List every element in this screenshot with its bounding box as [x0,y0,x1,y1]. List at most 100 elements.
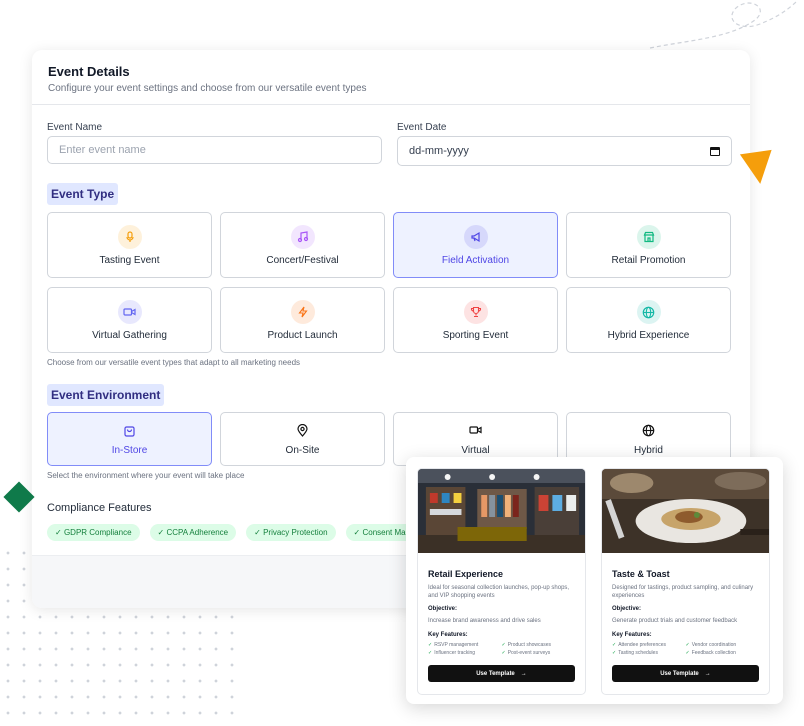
check-icon: ✓ [685,642,690,648]
event-environment-hint: Select the environment where your event … [47,471,245,480]
template-feature: ✓ Feedback collection [686,650,760,656]
compliance-chip-label: Consent Ma [362,528,406,537]
page-subtitle: Configure your event settings and choose… [48,83,367,94]
calendar-icon[interactable] [710,146,720,156]
template-feature: ✓ Influencer tracking [428,650,502,656]
template-features: ✓ RSVP management ✓ Product showcases ✓ Influ… [428,642,575,656]
check-icon: ✓ [254,528,264,537]
template-preview-panel: Retail Experience Ideal for seasonal coll… [406,457,783,704]
environment-label: In-Store [111,445,148,456]
event-type-label: Product Launch [267,330,338,341]
event-type-tasting-event[interactable]: Tasting Event [47,212,212,278]
template-features: ✓ Attendee preferences ✓ Vendor coordinatio… [612,642,759,656]
arrow-right-icon: → [704,670,711,677]
event-type-virtual-gathering[interactable]: Virtual Gathering [47,287,212,353]
check-icon: ✓ [612,642,617,648]
compliance-chip-label: Privacy Protection [263,528,328,537]
template-feature-label: Product showcases [507,642,552,648]
arrow-right-icon: → [520,670,527,677]
decorative-diamond [3,481,35,513]
compliance-heading: Compliance Features [47,502,152,514]
check-icon: ✓ [685,650,690,656]
environment-label: On-Site [285,445,320,456]
event-type-retail-promotion[interactable]: Retail Promotion [566,212,731,278]
check-icon: ✓ [55,528,64,537]
location-pin-icon [221,423,384,440]
event-date-input[interactable]: dd-mm-yyyy [397,136,732,166]
template-feature-label: Tasting schedules [618,650,658,656]
decorative-triangle [739,149,777,187]
event-type-label: Hybrid Experience [607,330,690,341]
event-type-label: Retail Promotion [611,255,686,266]
microphone-icon [117,225,142,249]
template-feature: ✓ RSVP management [428,642,502,648]
megaphone-icon [463,225,488,249]
music-note-icon [290,225,315,249]
event-type-product-launch[interactable]: Product Launch [220,287,385,353]
environment-in-store[interactable]: In-Store [47,412,212,466]
template-description: Ideal for seasonal collection launches, … [428,585,570,599]
compliance-chips: ✓ GDPR Compliance ✓ CCPA Adherence ✓ Priva… [47,524,414,541]
template-objective-label: Objective: [428,606,458,612]
template-objective: Generate product trials and customer fee… [612,618,738,624]
template-feature-label: Influencer tracking [434,650,476,656]
template-objective-label: Objective: [612,606,642,612]
use-template-label: Use Template [660,670,699,677]
template-card-retail-experience: Retail Experience Ideal for seasonal coll… [417,468,586,695]
retail-store-photo [418,469,585,553]
template-feature-label: Feedback collection [691,650,736,656]
template-feature-label: Post-event surveys [507,650,551,656]
event-type-label: Virtual Gathering [92,330,167,341]
template-feature: ✓ Attendee preferences [612,642,686,648]
video-icon [394,424,557,440]
page-title: Event Details [48,64,130,79]
use-template-button[interactable]: Use Template → [428,665,575,682]
event-environment-heading: Event Environment [47,384,165,406]
compliance-chip: ✓ GDPR Compliance [47,524,140,541]
template-feature: ✓ Vendor coordination [686,642,760,648]
template-feature-label: Attendee preferences [618,642,667,648]
date-placeholder: dd-mm-yyyy [409,145,469,157]
event-type-concert-festival[interactable]: Concert/Festival [220,212,385,278]
compliance-chip-label: GDPR Compliance [63,528,132,537]
environment-label: Virtual [461,445,490,456]
event-type-label: Concert/Festival [266,255,339,266]
event-type-label: Field Activation [441,255,510,266]
event-type-hint: Choose from our versatile event types th… [47,358,301,367]
globe-icon [636,300,661,324]
environment-on-site[interactable]: On-Site [220,412,385,466]
check-icon: ✓ [501,650,506,656]
compliance-chip-label: CCPA Adherence [166,528,229,537]
use-template-button[interactable]: Use Template → [612,665,759,682]
event-type-sporting-event[interactable]: Sporting Event [393,287,558,353]
template-card-taste-toast: Taste & Toast Designed for tastings, prod… [601,468,770,695]
template-features-label: Key Features: [612,632,652,638]
event-name-input[interactable] [47,136,382,164]
template-description: Designed for tastings, product sampling,… [612,585,754,599]
event-type-heading: Event Type [47,183,119,205]
template-feature: ✓ Tasting schedules [612,650,686,656]
event-type-hybrid-experience[interactable]: Hybrid Experience [566,287,731,353]
plated-dish-photo [602,469,769,553]
check-icon: ✓ [428,650,433,656]
template-objective: Increase brand awareness and drive sales [428,618,541,624]
store-icon [636,225,661,249]
event-name-label: Event Name [47,122,103,133]
template-features-label: Key Features: [428,632,468,638]
globe-icon [567,424,730,440]
compliance-chip: ✓ CCPA Adherence [149,524,237,541]
compliance-chip: ✓ Privacy Protection [246,524,336,541]
event-type-label: Tasting Event [99,255,160,266]
template-feature-label: Vendor coordination [691,642,737,648]
lightning-icon [290,300,315,324]
environment-label: Hybrid [634,445,663,456]
card-header: Event Details Configure your event setti… [32,50,750,105]
check-icon: ✓ [501,642,506,648]
event-type-label: Sporting Event [442,330,509,341]
template-feature: ✓ Post-event surveys [502,650,576,656]
template-title: Taste & Toast [612,569,670,579]
event-date-label: Event Date [397,122,447,133]
trophy-icon [463,300,488,324]
event-type-field-activation[interactable]: Field Activation [393,212,558,278]
compliance-chip: ✓ Consent Ma [345,524,414,541]
